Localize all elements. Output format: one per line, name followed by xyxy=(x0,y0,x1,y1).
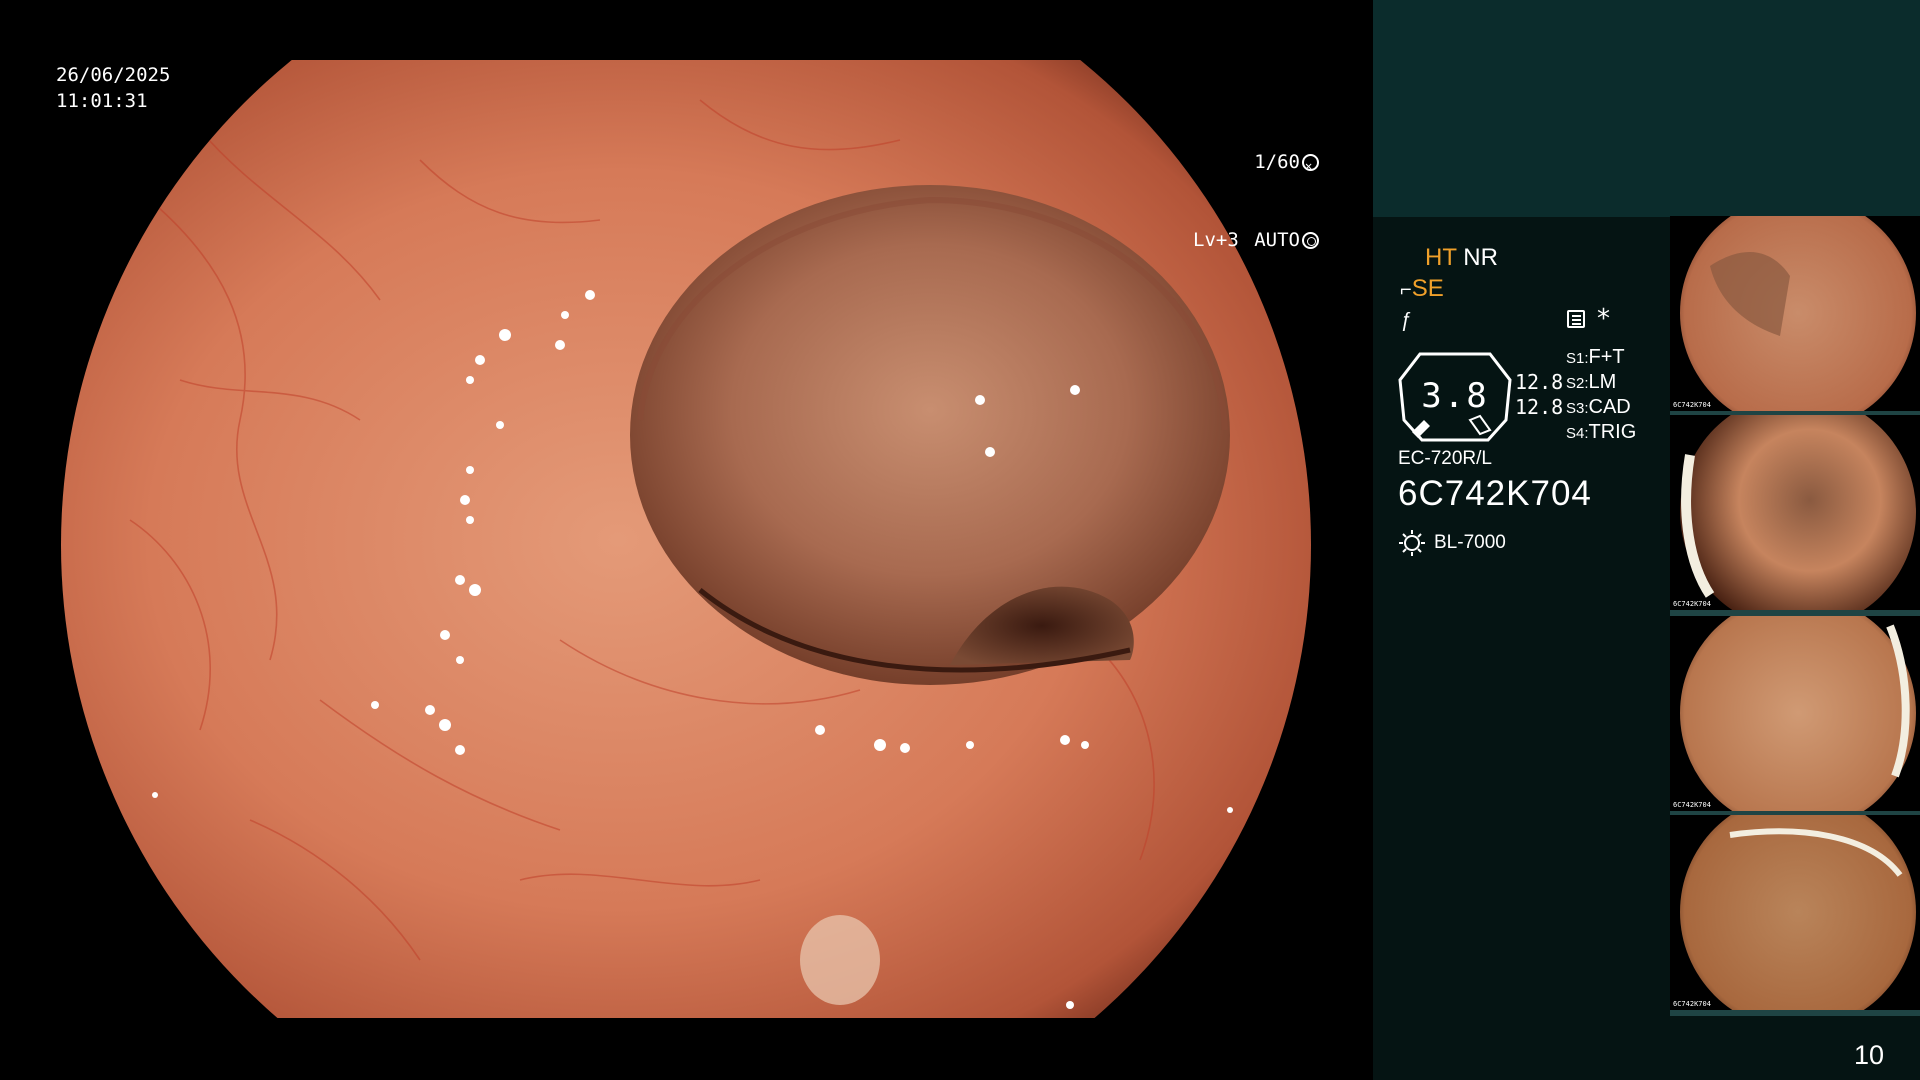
shutter-text: 1/60 xyxy=(1254,151,1300,173)
switch-row-4: S4:TRIG xyxy=(1566,421,1636,444)
thumbnail-image xyxy=(1680,815,1916,1010)
page-number: 10 xyxy=(1853,1040,1884,1070)
thumbnail-caption: 6C742K704 xyxy=(1673,801,1711,809)
scope-serial: 6C742K704 xyxy=(1398,474,1592,513)
settings-list-icon xyxy=(1567,310,1585,328)
switch-row-3: S3:CAD xyxy=(1566,396,1631,419)
scope-model: EC-720R/L xyxy=(1398,448,1492,469)
thumbnail-image xyxy=(1680,616,1916,811)
thumbnail-image xyxy=(1680,415,1916,610)
processor-status: HT NR ⌐SE ƒ * 3.8 12.8 12.8 S1:F+T S2:LM… xyxy=(1398,240,1688,570)
switch-row-1: S1:F+T xyxy=(1566,346,1625,369)
panel-header-area xyxy=(1373,0,1920,217)
gauge-value: 3.8 xyxy=(1421,376,1489,416)
thumbnail-caption: 6C742K704 xyxy=(1673,600,1711,608)
gauge-left-marker xyxy=(1412,420,1430,438)
function-icon: ƒ xyxy=(1400,309,1412,331)
se-label: SE xyxy=(1411,275,1444,302)
shutter-icon xyxy=(1302,153,1319,179)
switch-key: S2: xyxy=(1566,375,1589,392)
structure-row: ⌐SE xyxy=(1400,275,1444,303)
light-source-label: BL-7000 xyxy=(1434,532,1506,553)
switch-value: F+T xyxy=(1588,346,1625,368)
side-value-1: 12.8 xyxy=(1515,370,1564,394)
captured-image-thumbnail[interactable]: 6C742K704 xyxy=(1670,216,1920,417)
light-source-row: BL-7000 xyxy=(1398,529,1506,557)
captured-image-thumbnail[interactable]: 6C742K704 xyxy=(1670,415,1920,616)
level-text: Lv+3 xyxy=(1193,229,1239,251)
function-row: ƒ xyxy=(1400,306,1411,332)
switch-key: S4: xyxy=(1566,425,1589,442)
structure-icon: ⌐ xyxy=(1400,279,1412,301)
endoscope-view: 26/06/2025 11:01:31 1/60 Lv+3 AUTO xyxy=(0,0,1373,1080)
date-time-readout: 26/06/2025 11:01:31 xyxy=(56,62,170,114)
side-value-2: 12.8 xyxy=(1515,395,1564,419)
switch-value: CAD xyxy=(1588,396,1631,418)
endoscope-live-image xyxy=(61,60,1311,1018)
switch-key: S1: xyxy=(1566,350,1589,367)
enhancement-row: HT NR xyxy=(1425,244,1498,272)
captured-image-thumbnail[interactable]: 6C742K704 xyxy=(1670,616,1920,817)
switch-value: LM xyxy=(1588,371,1617,393)
light-source-icon xyxy=(1399,530,1425,556)
ht-label: HT xyxy=(1425,244,1457,271)
exposure-settings: 1/60 Lv+3 AUTO xyxy=(1193,97,1319,305)
switch-key: S3: xyxy=(1566,400,1589,417)
mode-text: AUTO xyxy=(1254,229,1300,251)
switch-value: TRIG xyxy=(1588,421,1637,443)
nr-label: NR xyxy=(1463,244,1498,271)
thumbnail-image xyxy=(1680,216,1916,411)
switch-row-2: S2:LM xyxy=(1566,371,1616,394)
thumbnail-caption: 6C742K704 xyxy=(1673,401,1711,409)
time-text: 11:01:31 xyxy=(56,90,148,112)
asterisk-icon: * xyxy=(1597,304,1610,334)
captured-image-thumbnail[interactable]: 6C742K704 xyxy=(1670,815,1920,1016)
date-text: 26/06/2025 xyxy=(56,64,171,86)
iris-icon xyxy=(1302,231,1319,249)
thumbnail-caption: 6C742K704 xyxy=(1673,1000,1711,1008)
gauge-right-marker xyxy=(1468,414,1492,436)
